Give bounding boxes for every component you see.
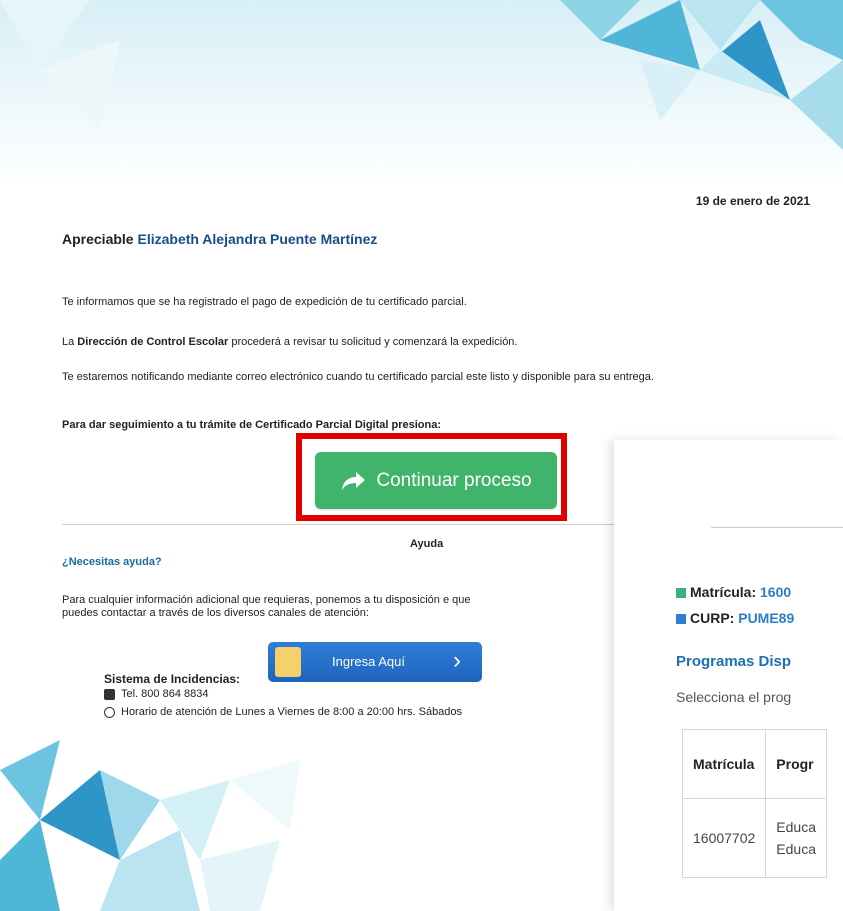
hours-row: Horario de atención de Lunes a Viernes d…: [104, 706, 462, 718]
control-escolar-text: La Dirección de Control Escolar proceder…: [62, 336, 518, 348]
table-header: Progr: [765, 729, 827, 799]
phone-row: Tel. 800 864 8834: [104, 688, 208, 700]
ingresa-aqui-label: Ingresa Aquí: [332, 654, 405, 669]
blue-bullet-icon: [676, 614, 686, 625]
ingresa-aqui-button[interactable]: Ingresa Aquí ›: [268, 642, 482, 682]
email-date: 19 de enero de 2021: [695, 194, 810, 208]
green-bullet-icon: [676, 588, 686, 599]
curp-value: PUME89: [738, 610, 795, 626]
program-selection-panel: Matrícula: 1600 CURP: PUME89 Programas D…: [614, 440, 843, 911]
table-header-row: Matrícula Progr: [681, 729, 827, 799]
help-question: ¿Necesitas ayuda?: [62, 556, 162, 568]
phone-text: Tel. 800 864 8834: [121, 688, 209, 700]
hours-text: Horario de atención de Lunes a Viernes d…: [121, 706, 463, 718]
curp-label: CURP:: [690, 610, 735, 626]
table-row[interactable]: 16007702 Educa Educa: [681, 798, 827, 878]
help-text: Para cualquier información adicional que…: [62, 594, 471, 619]
divider: [62, 524, 622, 525]
payment-registered-text: Te informamos que se ha registrado el pa…: [62, 296, 467, 308]
document-icon: [275, 647, 301, 677]
curp-row: CURP: PUME89: [676, 610, 794, 626]
chevron-right-icon: ›: [453, 647, 461, 674]
greeting-prefix: Apreciable: [62, 231, 134, 247]
recipient-name: Elizabeth Alejandra Puente Martínez: [137, 231, 378, 247]
matricula-row: Matrícula: 1600: [676, 584, 791, 600]
table-header: Matrícula: [681, 729, 767, 799]
phone-icon: [104, 688, 115, 700]
clock-icon: [104, 706, 115, 718]
incidencias-label: Sistema de Incidencias:: [104, 672, 241, 686]
table-cell: 16007702: [681, 798, 767, 878]
notification-text: Te estaremos notificando mediante correo…: [62, 371, 654, 383]
help-title: Ayuda: [410, 538, 444, 550]
control-escolar-bold: Dirección de Control Escolar: [77, 336, 229, 348]
programs-title: Programas Disp: [676, 653, 792, 670]
matricula-value: 1600: [760, 584, 792, 600]
table-cell: Educa Educa: [765, 798, 827, 878]
programs-subtitle: Selecciona el prog: [676, 689, 792, 705]
panel-divider: [711, 527, 843, 528]
greeting: Apreciable Elizabeth Alejandra Puente Ma…: [62, 231, 377, 247]
matricula-label: Matrícula:: [690, 584, 757, 600]
highlight-box: [296, 433, 567, 521]
programs-table: Matrícula Progr 16007702 Educa Educa: [681, 729, 827, 878]
follow-up-text: Para dar seguimiento a tu trámite de Cer…: [62, 419, 441, 431]
